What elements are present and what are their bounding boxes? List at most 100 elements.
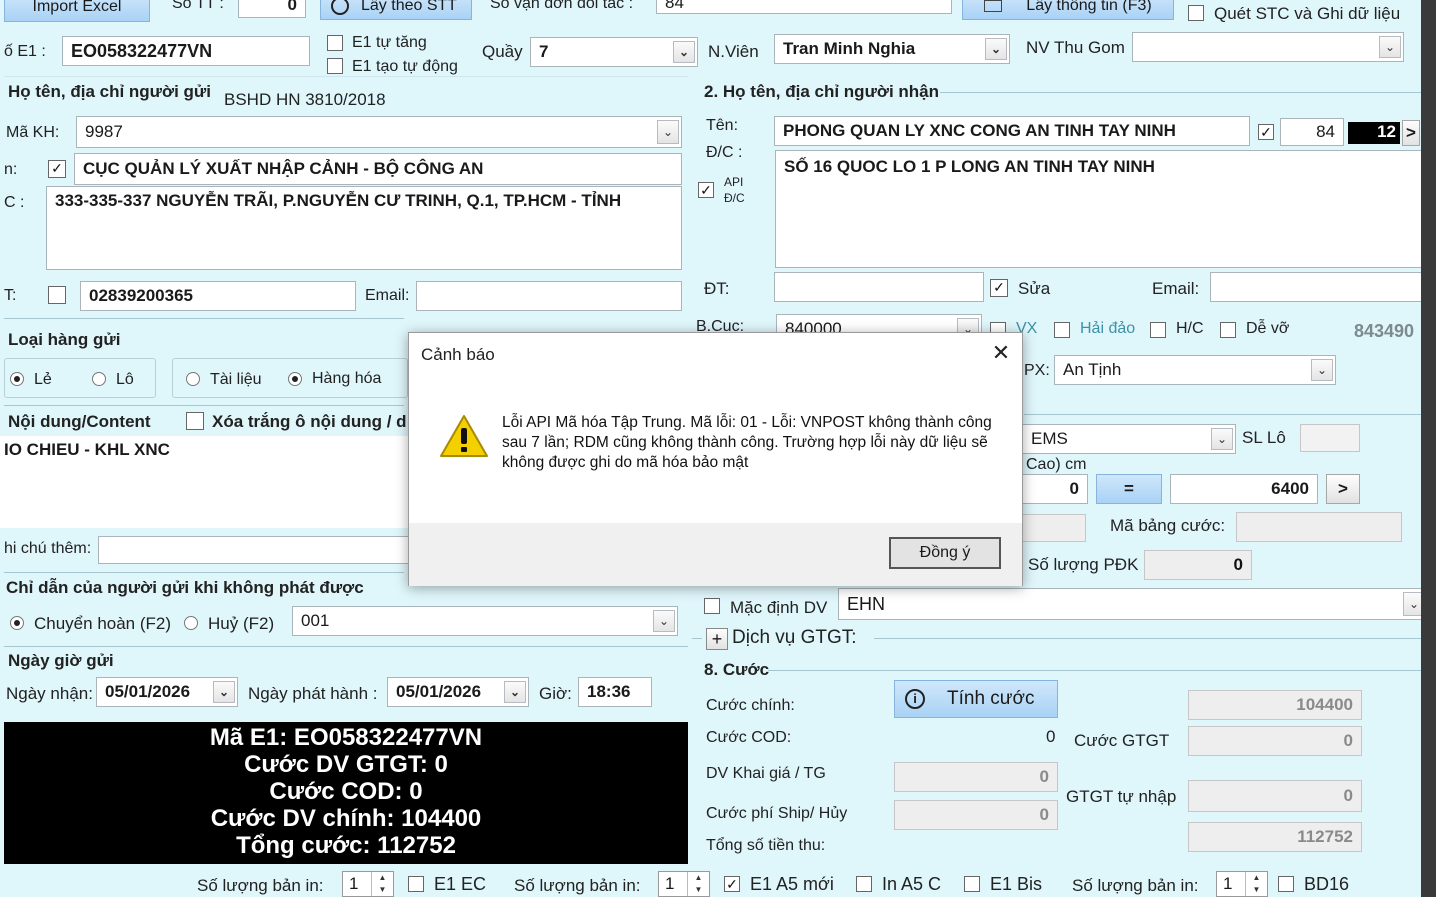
down-icon[interactable]: ▼ [687, 884, 709, 896]
close-icon[interactable]: ✕ [989, 341, 1013, 365]
mac-dinh-select[interactable]: EHN ⌄ [838, 588, 1421, 620]
huy-radio[interactable] [184, 616, 198, 630]
plus-icon: + [711, 628, 723, 649]
sender-phone-checkbox[interactable] [48, 286, 66, 304]
ma-kh-select[interactable]: 9987 ⌄ [76, 116, 682, 148]
sender-email-input[interactable] [416, 281, 682, 311]
chevron-down-icon[interactable]: ⌄ [213, 681, 235, 703]
nvien-label: N.Viên [708, 42, 759, 61]
recipient-email-input[interactable] [1210, 272, 1421, 302]
lo-radio[interactable] [92, 372, 106, 386]
so-tt-input[interactable]: 0 [238, 0, 306, 18]
tong-so-tien-input[interactable]: 112752 [1188, 822, 1362, 852]
ghi-chu-input[interactable] [98, 536, 410, 564]
so-e1-input[interactable]: EO058322477VN [62, 36, 310, 66]
recipient-dt-input[interactable] [774, 272, 984, 302]
e1-bis-checkbox[interactable] [964, 876, 980, 892]
bd16-checkbox[interactable] [1278, 876, 1294, 892]
so-luong-pdk-input[interactable]: 0 [1144, 550, 1252, 580]
ngay-phat-hanh-picker[interactable]: 05/01/2026 ⌄ [387, 677, 529, 707]
chevron-down-icon[interactable]: ⌄ [1311, 359, 1333, 381]
add-gtgt-button[interactable]: + [706, 628, 728, 650]
cuoc-gtgt-input[interactable]: 0 [1188, 726, 1362, 756]
hai-dao-checkbox[interactable] [1054, 322, 1070, 338]
chevron-down-icon[interactable]: ⌄ [504, 681, 526, 703]
dv-khai-gia-input[interactable]: 0 [894, 762, 1058, 792]
chevron-down-icon[interactable]: ⌄ [1379, 36, 1401, 58]
e1-tao-tu-dong-checkbox[interactable] [327, 58, 343, 74]
weight-input[interactable]: 6400 [1170, 474, 1318, 504]
lay-theo-stt-button[interactable]: Lấy theo STT [320, 0, 472, 20]
de-vo-checkbox[interactable] [1220, 322, 1236, 338]
e1-ec-checkbox[interactable] [408, 876, 424, 892]
ma-bang-cuoc-input[interactable] [1236, 512, 1402, 542]
le-radio[interactable] [10, 372, 24, 386]
recipient-next-button[interactable]: > [1402, 120, 1420, 146]
quay-select[interactable]: 7 ⌄ [530, 37, 698, 67]
weight-next-button[interactable]: > [1326, 474, 1360, 504]
print-count-stepper-1[interactable]: 1 ▲ ▼ [342, 871, 394, 897]
gtgt-tu-nhap-input[interactable]: 0 [1188, 780, 1362, 812]
equal-button[interactable]: = [1096, 474, 1162, 504]
cuoc-chinh-input[interactable]: 104400 [1188, 690, 1362, 720]
hc-checkbox[interactable] [1150, 322, 1166, 338]
recipient-name-checkbox[interactable]: ✓ [1258, 124, 1274, 140]
cuoc-gtgt-label: Cước GTGT [1074, 731, 1170, 750]
dich-vu-select[interactable]: EMS ⌄ [1022, 424, 1236, 454]
summary-line-dv-chinh: Cước DV chính: 104400 [210, 805, 482, 832]
chevron-down-icon[interactable]: ⌄ [1211, 428, 1233, 450]
gio-input[interactable]: 18:36 [578, 677, 652, 707]
service-extra-input[interactable] [1022, 514, 1086, 542]
print-count-stepper-2[interactable]: 1 ▲ ▼ [658, 871, 710, 897]
recipient-name-input[interactable]: PHONG QUAN LY XNC CONG AN TINH TAY NINH [774, 116, 1250, 146]
sua-checkbox[interactable]: ✓ [990, 279, 1008, 297]
chuyen-hoan-radio[interactable] [10, 616, 24, 630]
cuoc-phi-ship-input[interactable]: 0 [894, 800, 1058, 830]
down-icon[interactable]: ▼ [1245, 884, 1267, 896]
chevron-down-icon[interactable]: ⌄ [673, 41, 695, 63]
dimension-input[interactable]: 0 [1022, 474, 1088, 504]
chevron-down-icon[interactable]: ⌄ [1403, 592, 1421, 616]
nvien-select[interactable]: Tran Minh Nghia ⌄ [774, 34, 1010, 64]
ok-button[interactable]: Đồng ý [889, 537, 1001, 569]
sender-address-input[interactable]: 333-335-337 NGUYỄN TRÃI, P.NGUYỄN CƯ TRI… [46, 186, 682, 270]
mac-dinh-dv-checkbox[interactable] [704, 598, 720, 614]
warning-dialog: Cảnh báo ✕ Lỗi API Mã hóa Tập Trung. Mã … [408, 332, 1023, 586]
dimension-value: 0 [1069, 479, 1079, 498]
down-icon[interactable]: ▼ [371, 884, 393, 896]
quet-stc-checkbox[interactable] [1188, 5, 1204, 21]
instruction-code-select[interactable]: 001 ⌄ [292, 606, 678, 636]
tinh-cuoc-button[interactable]: i Tính cước [894, 680, 1058, 718]
divider [4, 646, 688, 647]
up-icon[interactable]: ▲ [687, 872, 709, 884]
recipient-address-input[interactable]: SỐ 16 QUOC LO 1 P LONG AN TINH TAY NINH [775, 150, 1421, 268]
sender-phone-input[interactable]: 02839200365 [80, 281, 356, 311]
api-dc-checkbox[interactable]: ✓ [698, 182, 714, 198]
chevron-down-icon[interactable]: ⌄ [653, 610, 675, 632]
e1-a5-moi-checkbox[interactable]: ✓ [724, 876, 740, 892]
recipient-count-input[interactable]: 84 [1280, 118, 1344, 146]
hang-hoa-radio[interactable] [288, 372, 302, 386]
so-van-don-input[interactable]: 84 [656, 0, 952, 14]
chevron-down-icon[interactable]: ⌄ [657, 120, 679, 144]
sl-lo-input[interactable] [1300, 424, 1360, 452]
sender-name-checkbox[interactable]: ✓ [48, 160, 66, 178]
up-icon[interactable]: ▲ [1245, 872, 1267, 884]
sender-name-input[interactable]: CỤC QUẢN LÝ XUẤT NHẬP CẢNH - BỘ CÔNG AN [74, 153, 682, 185]
ngay-nhan-picker[interactable]: 05/01/2026 ⌄ [96, 677, 238, 707]
px-select[interactable]: An Tịnh ⌄ [1054, 355, 1336, 385]
chevron-down-icon[interactable]: ⌄ [985, 38, 1007, 60]
e1-tao-tu-dong-label: E1 tạo tự động [352, 58, 458, 75]
lay-thong-tin-button[interactable]: Lấy thông tin (F3) [962, 0, 1174, 20]
content-textarea[interactable]: IO CHIEU - KHL XNC [0, 436, 410, 528]
up-icon[interactable]: ▲ [371, 872, 393, 884]
xoa-trang-checkbox[interactable] [186, 412, 204, 430]
import-excel-button[interactable]: Import Excel [4, 0, 150, 22]
in-a5-c-checkbox[interactable] [856, 876, 872, 892]
e1-tu-tang-checkbox[interactable] [327, 35, 343, 51]
print-count-stepper-3[interactable]: 1 ▲ ▼ [1216, 871, 1268, 897]
tai-lieu-radio[interactable] [186, 372, 200, 386]
ngay-nhan-value: 05/01/2026 [105, 682, 191, 701]
nv-thu-gom-select[interactable]: ⌄ [1132, 32, 1404, 62]
so-luong-pdk-value: 0 [1233, 555, 1243, 574]
